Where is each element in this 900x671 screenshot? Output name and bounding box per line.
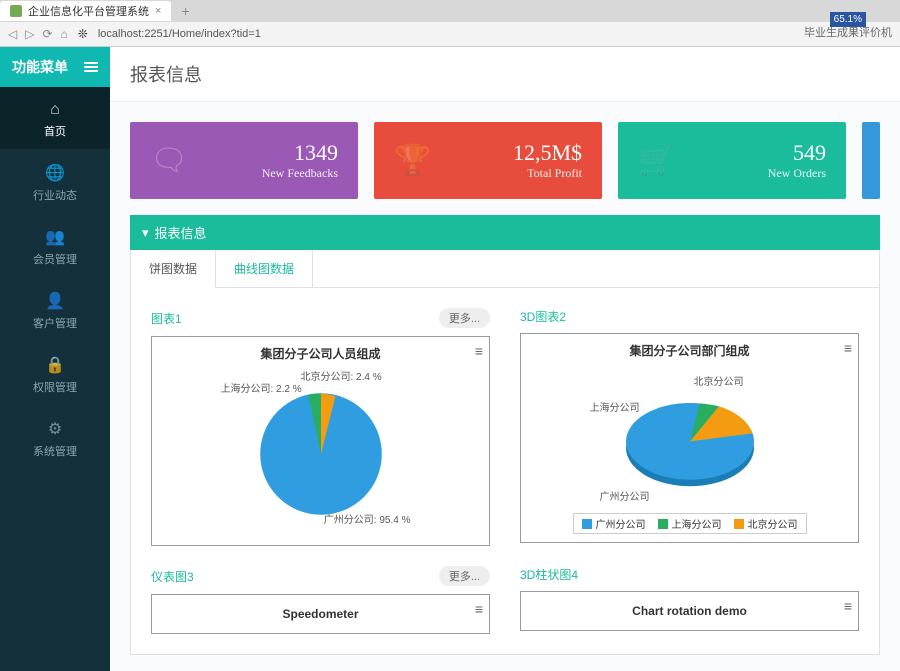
kpi-orders[interactable]: 🛒 549 New Orders — [618, 122, 846, 199]
pie-label: 北京分公司 — [694, 373, 744, 388]
sidebar-item-members[interactable]: 👥 会员管理 — [0, 213, 110, 277]
kpi-label: New Orders — [689, 166, 826, 181]
chart-menu-icon[interactable]: ≡ — [844, 598, 852, 614]
panel-body: 饼图数据 曲线图数据 图表1 更多... ≡ 集团分子公司人员组成 — [130, 250, 880, 655]
chart-1: 图表1 更多... ≡ 集团分子公司人员组成 — [151, 308, 490, 546]
sidebar-item-label: 客户管理 — [33, 315, 77, 331]
chart-inner-title: Chart rotation demo — [632, 604, 747, 618]
address-bar[interactable]: localhost:2251/Home/index?tid=1 — [98, 28, 892, 40]
favicon-icon — [10, 5, 22, 17]
tab-pie[interactable]: 饼图数据 — [131, 250, 216, 288]
chart-4: 3D柱状图4 ≡ Chart rotation demo — [520, 566, 859, 634]
chart-inner-title: Speedometer — [282, 607, 358, 621]
sidebar-item-permissions[interactable]: 🔒 权限管理 — [0, 341, 110, 405]
chart-box: ≡ Chart rotation demo — [520, 591, 859, 631]
chart-title: 仪表图3 — [151, 568, 194, 585]
kpi-next-sliver[interactable] — [862, 122, 880, 199]
browser-tab-bar: 企业信息化平台管理系统 × + — [0, 0, 900, 22]
pie-label: 上海分公司: 2.2 % — [221, 380, 302, 395]
legend-item[interactable]: 广州分公司 — [582, 516, 646, 531]
chat-icon: 🗨 — [150, 143, 188, 178]
favicon-small-icon: ❊ — [78, 27, 88, 41]
chart-box: ≡ 集团分子公司人员组成 北京分公司: 2.4 % 上海分公司: 2.2 % — [151, 336, 490, 546]
panel-title: 报表信息 — [155, 223, 207, 242]
legend-item[interactable]: 上海分公司 — [658, 516, 722, 531]
close-icon[interactable]: × — [155, 5, 161, 17]
tab-nav: 饼图数据 曲线图数据 — [131, 250, 879, 288]
chart-menu-icon[interactable]: ≡ — [475, 343, 483, 359]
trophy-icon: 🏆 — [394, 143, 431, 178]
sidebar-item-label: 会员管理 — [33, 251, 77, 267]
kpi-value: 12,5M$ — [445, 140, 582, 166]
nav-buttons: ◁ ▷ ⟳ ⌂ — [8, 27, 68, 41]
kpi-value: 549 — [689, 140, 826, 166]
chart-box: ≡ 集团分子公司部门组成 北京分公司 上海分公司 — [520, 333, 859, 543]
tab-line[interactable]: 曲线图数据 — [216, 250, 313, 287]
reload-icon[interactable]: ⟳ — [42, 27, 52, 41]
chevron-down-icon: ▾ — [142, 225, 149, 241]
chart-inner-title: 集团分子公司人员组成 — [260, 345, 380, 362]
hamburger-icon[interactable] — [84, 62, 98, 72]
pie-label: 广州分公司: 95.4 % — [324, 511, 411, 526]
more-button[interactable]: 更多... — [439, 566, 490, 586]
sidebar-item-label: 行业动态 — [33, 187, 77, 203]
tab-title: 企业信息化平台管理系统 — [28, 3, 149, 19]
pie-label: 上海分公司 — [590, 399, 640, 414]
kpi-row: 🗨 1349 New Feedbacks 🏆 12,5M$ Total Prof… — [110, 102, 900, 199]
more-button[interactable]: 更多... — [439, 308, 490, 328]
pie-chart-1: 北京分公司: 2.4 % 上海分公司: 2.2 % 广州分公司: 95.4 % — [241, 366, 401, 526]
panel-header[interactable]: ▾ 报表信息 — [130, 215, 880, 250]
chart-legend: 广州分公司 上海分公司 北京分公司 — [573, 513, 807, 534]
globe-icon: 🌐 — [45, 163, 65, 183]
cart-icon: 🛒 — [638, 143, 675, 178]
kpi-feedbacks[interactable]: 🗨 1349 New Feedbacks — [130, 122, 358, 199]
forward-icon[interactable]: ▷ — [25, 27, 34, 41]
sidebar-item-label: 首页 — [44, 123, 66, 139]
sidebar: 功能菜单 ⌂ 首页 🌐 行业动态 👥 会员管理 👤 客户管理 🔒 权限管理 ⚙ … — [0, 47, 110, 671]
chart-title: 图表1 — [151, 310, 182, 327]
home-icon: ⌂ — [50, 101, 60, 119]
sidebar-title: 功能菜单 — [12, 57, 68, 77]
kpi-label: New Feedbacks — [202, 166, 338, 181]
chart-menu-icon[interactable]: ≡ — [475, 601, 483, 617]
back-icon[interactable]: ◁ — [8, 27, 17, 41]
new-tab-button[interactable]: + — [175, 3, 195, 19]
browser-chrome: 企业信息化平台管理系统 × + ◁ ▷ ⟳ ⌂ ❊ localhost:2251… — [0, 0, 900, 47]
user-icon: 👤 — [45, 291, 65, 311]
pie-label: 广州分公司 — [600, 488, 650, 503]
chart-menu-icon[interactable]: ≡ — [844, 340, 852, 356]
chart-title: 3D图表2 — [520, 308, 566, 325]
pie-chart-2: 北京分公司 上海分公司 广州分公司 — [610, 373, 770, 513]
lock-icon: 🔒 — [45, 355, 65, 375]
legend-item[interactable]: 北京分公司 — [734, 516, 798, 531]
sidebar-item-home[interactable]: ⌂ 首页 — [0, 87, 110, 149]
page-title: 报表信息 — [110, 47, 900, 102]
sidebar-item-label: 权限管理 — [33, 379, 77, 395]
top-right-link[interactable]: 毕业生成果评价机 — [804, 24, 892, 40]
users-icon: 👥 — [45, 227, 65, 247]
sidebar-header: 功能菜单 — [0, 47, 110, 87]
chart-2: 3D图表2 ≡ 集团分子公司部门组成 — [520, 308, 859, 546]
chart-title: 3D柱状图4 — [520, 566, 578, 583]
gear-icon: ⚙ — [48, 419, 62, 439]
home-icon[interactable]: ⌂ — [61, 27, 68, 41]
pie-label: 北京分公司: 2.4 % — [301, 368, 382, 383]
kpi-profit[interactable]: 🏆 12,5M$ Total Profit — [374, 122, 602, 199]
main-content: 报表信息 🗨 1349 New Feedbacks 🏆 12,5M$ Total… — [110, 47, 900, 671]
chart-3: 仪表图3 更多... ≡ Speedometer — [151, 566, 490, 634]
sidebar-item-label: 系统管理 — [33, 443, 77, 459]
chart-inner-title: 集团分子公司部门组成 — [629, 342, 749, 359]
kpi-value: 1349 — [202, 140, 338, 166]
sidebar-item-customers[interactable]: 👤 客户管理 — [0, 277, 110, 341]
browser-toolbar: ◁ ▷ ⟳ ⌂ ❊ localhost:2251/Home/index?tid=… — [0, 22, 900, 46]
sidebar-item-system[interactable]: ⚙ 系统管理 — [0, 405, 110, 469]
kpi-label: Total Profit — [445, 166, 582, 181]
chart-box: ≡ Speedometer — [151, 594, 490, 634]
browser-tab[interactable]: 企业信息化平台管理系统 × — [0, 1, 171, 21]
sidebar-item-industry[interactable]: 🌐 行业动态 — [0, 149, 110, 213]
